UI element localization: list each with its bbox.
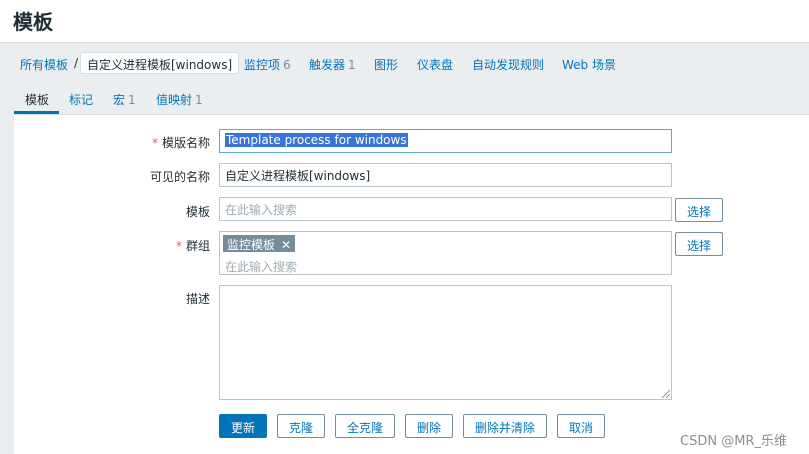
nav-items-link[interactable]: 监控项 6 xyxy=(244,56,291,73)
tab-value-mapping[interactable]: 值映射 1 xyxy=(156,91,203,108)
templates-placeholder: 在此输入搜索 xyxy=(225,203,298,217)
templates-select-button[interactable]: 选择 xyxy=(675,198,723,222)
nav-triggers-count: 1 xyxy=(348,58,356,72)
breadcrumb-all-templates[interactable]: 所有模板 xyxy=(20,56,68,73)
chip-remove-icon[interactable]: ✕ xyxy=(281,238,291,252)
full-clone-button[interactable]: 全克隆 xyxy=(335,414,395,438)
template-name-input[interactable]: Template process for windows xyxy=(219,129,672,153)
nav-web-scenarios-link[interactable]: Web 场景 xyxy=(562,56,616,73)
delete-button[interactable]: 删除 xyxy=(405,414,453,438)
group-chip: 监控模板 ✕ xyxy=(223,235,296,252)
groups-label: * 群组 xyxy=(175,239,210,253)
template-name-label: * 模版名称 xyxy=(151,136,210,150)
required-mark: * xyxy=(175,239,182,253)
update-button[interactable]: 更新 xyxy=(219,414,267,438)
visible-name-label: 可见的名称 xyxy=(149,170,210,184)
description-textarea[interactable] xyxy=(219,285,672,400)
page-header: 模板 xyxy=(0,0,809,43)
nav-triggers-link[interactable]: 触发器 1 xyxy=(309,56,356,73)
visible-name-input[interactable]: 自定义进程模板[windows] xyxy=(219,163,672,187)
template-name-value: Template process for windows xyxy=(225,133,408,147)
form-tabs: 模板 标记 宏1 值映射 1 xyxy=(0,82,809,114)
clone-button[interactable]: 克隆 xyxy=(277,414,325,438)
templates-label: 模板 xyxy=(185,205,210,219)
tab-template[interactable]: 模板 xyxy=(25,91,49,108)
groups-placeholder: 在此输入搜索 xyxy=(225,260,298,274)
groups-multiselect[interactable]: 监控模板 ✕ 在此输入搜索 xyxy=(219,231,672,275)
resize-handle-icon[interactable] xyxy=(662,390,670,398)
nav-dashboards-link[interactable]: 仪表盘 xyxy=(417,56,453,73)
description-label: 描述 xyxy=(185,292,210,306)
tab-macros[interactable]: 宏1 xyxy=(113,91,136,108)
breadcrumb-current-template[interactable]: 自定义进程模板[windows] xyxy=(80,52,240,74)
nav-discovery-rules-link[interactable]: 自动发现规则 xyxy=(472,56,544,73)
breadcrumb-separator: / xyxy=(74,56,79,70)
cancel-button[interactable]: 取消 xyxy=(557,414,605,438)
delete-and-clear-button[interactable]: 删除并清除 xyxy=(463,414,547,438)
nav-graphs-link[interactable]: 图形 xyxy=(374,56,398,73)
watermark: CSDN @MR_乐维 xyxy=(680,434,787,449)
groups-select-button[interactable]: 选择 xyxy=(675,232,723,256)
nav-items-count: 6 xyxy=(283,58,291,72)
tab-tags[interactable]: 标记 xyxy=(69,91,93,108)
page-title: 模板 xyxy=(13,10,53,34)
required-mark: * xyxy=(151,136,158,150)
templates-search-input[interactable]: 在此输入搜索 xyxy=(219,197,672,221)
breadcrumb: 所有模板 / 自定义进程模板[windows] 监控项 6 触发器 1 图形 仪表盘… xyxy=(0,44,809,82)
visible-name-value: 自定义进程模板[windows] xyxy=(225,169,371,183)
